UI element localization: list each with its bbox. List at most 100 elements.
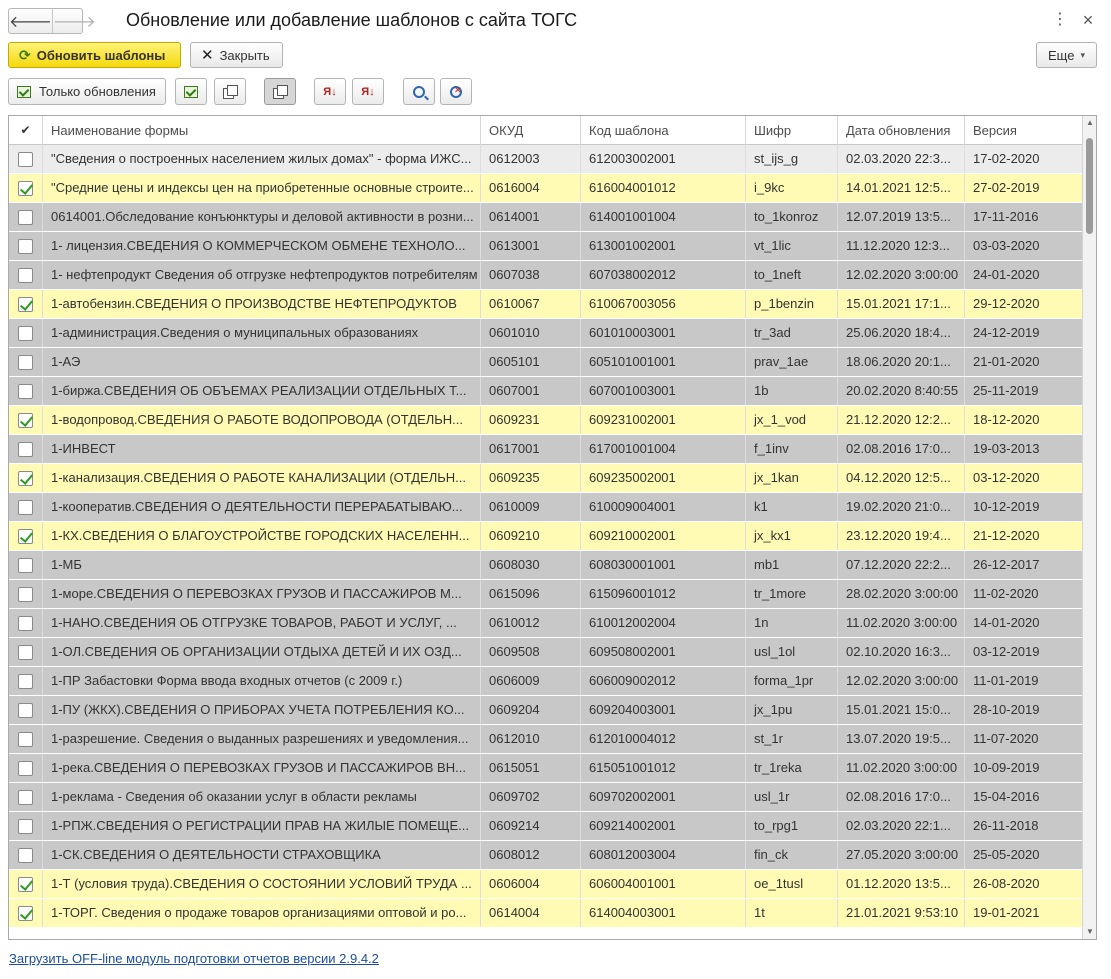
row-checkbox-cell[interactable] — [9, 870, 43, 898]
row-checkbox-cell[interactable] — [9, 464, 43, 492]
forward-button[interactable]: 🡒 — [51, 9, 96, 33]
sort-descending-button[interactable]: Я↓ — [352, 78, 384, 105]
table-row[interactable]: 1- нефтепродукт Сведения об отгрузке неф… — [9, 261, 1082, 290]
table-row[interactable]: 1-Т (условия труда).СВЕДЕНИЯ О СОСТОЯНИИ… — [9, 870, 1082, 899]
row-checkbox[interactable] — [18, 412, 33, 428]
row-checkbox[interactable] — [18, 876, 33, 892]
column-header-cipher[interactable]: Шифр — [746, 116, 838, 145]
check-all-button[interactable] — [175, 78, 207, 105]
row-checkbox-cell[interactable] — [9, 522, 43, 550]
row-checkbox-cell[interactable] — [9, 232, 43, 260]
row-checkbox-cell[interactable] — [9, 551, 43, 579]
row-checkbox[interactable] — [18, 586, 33, 602]
row-checkbox-cell[interactable] — [9, 783, 43, 811]
table-row[interactable]: 1-автобензин.СВЕДЕНИЯ О ПРОИЗВОДСТВЕ НЕФ… — [9, 290, 1082, 319]
row-checkbox-cell[interactable] — [9, 203, 43, 231]
column-header-okud[interactable]: ОКУД — [481, 116, 581, 145]
row-checkbox[interactable] — [18, 470, 33, 486]
download-offline-module-link[interactable]: Загрузить OFF-line модуль подготовки отч… — [9, 951, 379, 966]
scroll-down-icon[interactable]: ▼ — [1083, 925, 1096, 939]
table-row[interactable]: 1-канализация.СВЕДЕНИЯ О РАБОТЕ КАНАЛИЗА… — [9, 464, 1082, 493]
row-checkbox[interactable] — [18, 847, 33, 863]
row-checkbox-cell[interactable] — [9, 638, 43, 666]
uncheck-all-button[interactable] — [214, 78, 246, 105]
row-checkbox-cell[interactable] — [9, 696, 43, 724]
table-row[interactable]: 1-море.СВЕДЕНИЯ О ПЕРЕВОЗКАХ ГРУЗОВ И ПА… — [9, 580, 1082, 609]
table-row[interactable]: 1-администрация.Сведения о муниципальных… — [9, 319, 1082, 348]
row-checkbox[interactable] — [18, 354, 33, 370]
row-checkbox[interactable] — [18, 383, 33, 399]
update-templates-button[interactable]: ⟳ Обновить шаблоны — [8, 42, 181, 68]
table-row[interactable]: "Сведения о построенных населением жилых… — [9, 145, 1082, 174]
row-checkbox[interactable] — [18, 789, 33, 805]
column-header-name[interactable]: Наименование формы — [43, 116, 481, 145]
table-row[interactable]: 1-ПУ (ЖКХ).СВЕДЕНИЯ О ПРИБОРАХ УЧЕТА ПОТ… — [9, 696, 1082, 725]
table-row[interactable]: 1-СК.СВЕДЕНИЯ О ДЕЯТЕЛЬНОСТИ СТРАХОВЩИКА… — [9, 841, 1082, 870]
table-row[interactable]: 1- лицензия.СВЕДЕНИЯ О КОММЕРЧЕСКОМ ОБМЕ… — [9, 232, 1082, 261]
row-checkbox-cell[interactable] — [9, 145, 43, 173]
column-header-check[interactable]: ✔ — [9, 116, 43, 145]
cancel-search-button[interactable] — [440, 78, 472, 105]
column-header-version[interactable]: Версия — [965, 116, 1082, 145]
table-row[interactable]: 1-разрешение. Сведения о выданных разреш… — [9, 725, 1082, 754]
row-checkbox[interactable] — [18, 905, 33, 921]
row-checkbox[interactable] — [18, 238, 33, 254]
table-row[interactable]: 1-АЭ 0605101 605101001001 prav_1ae 18.06.202… — [9, 348, 1082, 377]
row-checkbox-cell[interactable] — [9, 725, 43, 753]
table-row[interactable]: 1-РПЖ.СВЕДЕНИЯ О РЕГИСТРАЦИИ ПРАВ НА ЖИЛ… — [9, 812, 1082, 841]
row-checkbox-cell[interactable] — [9, 406, 43, 434]
row-checkbox-cell[interactable] — [9, 580, 43, 608]
row-checkbox-cell[interactable] — [9, 261, 43, 289]
row-checkbox[interactable] — [18, 644, 33, 660]
vertical-scrollbar[interactable]: ▲ ▼ — [1082, 116, 1096, 939]
table-row[interactable]: 0614001.Обследование конъюнктуры и делов… — [9, 203, 1082, 232]
row-checkbox-cell[interactable] — [9, 493, 43, 521]
row-checkbox[interactable] — [18, 731, 33, 747]
search-button[interactable] — [403, 78, 435, 105]
table-row[interactable]: 1-МБ 0608030 608030001001 mb1 07.12.2020 22:… — [9, 551, 1082, 580]
row-checkbox[interactable] — [18, 325, 33, 341]
row-checkbox-cell[interactable] — [9, 174, 43, 202]
table-row[interactable]: 1-биржа.СВЕДЕНИЯ ОБ ОБЪЕМАХ РЕАЛИЗАЦИИ О… — [9, 377, 1082, 406]
table-row[interactable]: 1-кооператив.СВЕДЕНИЯ О ДЕЯТЕЛЬНОСТИ ПЕР… — [9, 493, 1082, 522]
row-checkbox-cell[interactable] — [9, 754, 43, 782]
table-row[interactable]: "Средние цены и индексы цен на приобрете… — [9, 174, 1082, 203]
only-updates-button[interactable]: Только обновления — [8, 78, 166, 105]
row-checkbox-cell[interactable] — [9, 290, 43, 318]
row-checkbox[interactable] — [18, 528, 33, 544]
row-checkbox-cell[interactable] — [9, 812, 43, 840]
back-button[interactable]: 🡐 — [9, 9, 52, 33]
row-checkbox-cell[interactable] — [9, 667, 43, 695]
row-checkbox-cell[interactable] — [9, 319, 43, 347]
close-window-icon[interactable]: × — [1078, 9, 1098, 31]
row-checkbox[interactable] — [18, 760, 33, 776]
table-row[interactable]: 1-НАНО.СВЕДЕНИЯ ОБ ОТГРУЗКЕ ТОВАРОВ, РАБ… — [9, 609, 1082, 638]
table-row[interactable]: 1-ТОРГ. Сведения о продаже товаров орган… — [9, 899, 1082, 928]
row-checkbox[interactable] — [18, 209, 33, 225]
row-checkbox[interactable] — [18, 818, 33, 834]
column-header-date[interactable]: Дата обновления — [838, 116, 965, 145]
row-checkbox[interactable] — [18, 557, 33, 573]
scrollbar-thumb[interactable] — [1086, 138, 1093, 234]
table-row[interactable]: 1-река.СВЕДЕНИЯ О ПЕРЕВОЗКАХ ГРУЗОВ И ПА… — [9, 754, 1082, 783]
more-button[interactable]: Еще ▾ — [1036, 42, 1097, 68]
row-checkbox-cell[interactable] — [9, 841, 43, 869]
row-checkbox[interactable] — [18, 296, 33, 312]
row-checkbox-cell[interactable] — [9, 348, 43, 376]
more-menu-icon[interactable]: ⋮ — [1052, 9, 1068, 31]
row-checkbox[interactable] — [18, 615, 33, 631]
table-row[interactable]: 1-ОЛ.СВЕДЕНИЯ ОБ ОРГАНИЗАЦИИ ОТДЫХА ДЕТЕ… — [9, 638, 1082, 667]
row-checkbox[interactable] — [18, 673, 33, 689]
row-checkbox-cell[interactable] — [9, 609, 43, 637]
close-button[interactable]: ✕ Закрыть — [190, 42, 283, 68]
row-checkbox[interactable] — [18, 499, 33, 515]
row-checkbox-cell[interactable] — [9, 377, 43, 405]
table-row[interactable]: 1-водопровод.СВЕДЕНИЯ О РАБОТЕ ВОДОПРОВО… — [9, 406, 1082, 435]
show-checked-button[interactable] — [264, 78, 296, 105]
row-checkbox[interactable] — [18, 441, 33, 457]
sort-ascending-button[interactable]: Я↓ — [314, 78, 346, 105]
row-checkbox-cell[interactable] — [9, 899, 43, 927]
table-row[interactable]: 1-КХ.СВЕДЕНИЯ О БЛАГОУСТРОЙСТВЕ ГОРОДСКИ… — [9, 522, 1082, 551]
row-checkbox[interactable] — [18, 151, 33, 167]
column-header-code[interactable]: Код шаблона — [581, 116, 746, 145]
